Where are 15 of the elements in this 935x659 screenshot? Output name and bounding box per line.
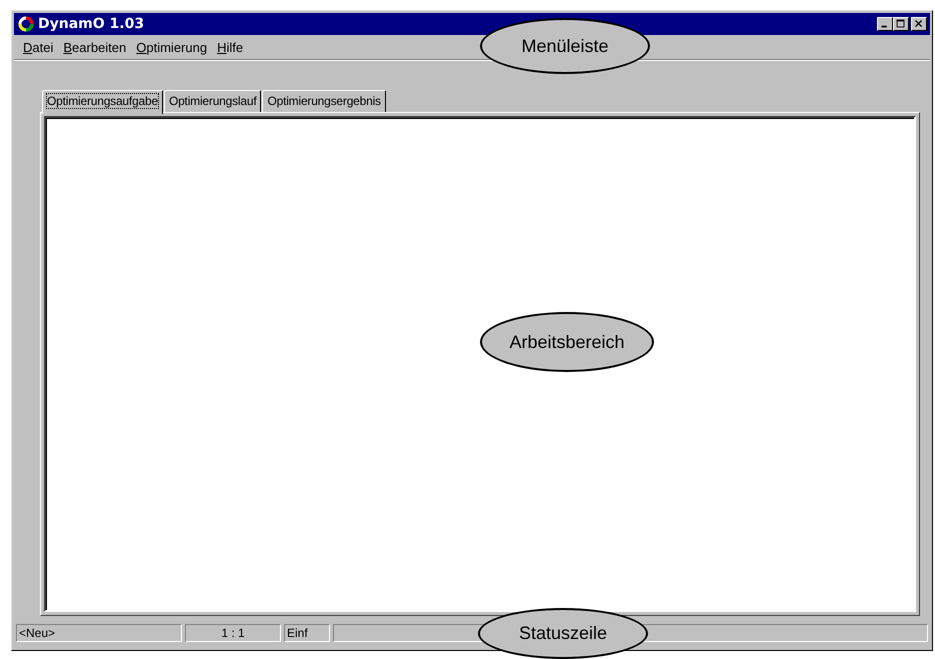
status-field: 1 : 1 xyxy=(185,624,281,642)
maximize-button[interactable] xyxy=(893,17,909,31)
status-field: <Neu> xyxy=(16,624,182,642)
app-logo-icon xyxy=(18,16,34,32)
menu-item[interactable]: Hilfe xyxy=(212,40,248,54)
tab[interactable]: Optimierungslauf xyxy=(164,90,262,112)
close-button[interactable] xyxy=(911,17,927,31)
status-field: Einf xyxy=(284,624,330,642)
window-title: DynamO 1.03 xyxy=(38,16,146,32)
tab[interactable]: Optimierungsergebnis xyxy=(262,90,386,112)
menu-item[interactable]: Bearbeiten xyxy=(58,40,132,54)
minimize-button[interactable] xyxy=(877,17,893,31)
menu-item[interactable]: Datei xyxy=(18,40,58,54)
menu-item[interactable]: Optimierung xyxy=(131,40,212,54)
tab[interactable]: Optimierungsaufgabe xyxy=(42,90,163,114)
